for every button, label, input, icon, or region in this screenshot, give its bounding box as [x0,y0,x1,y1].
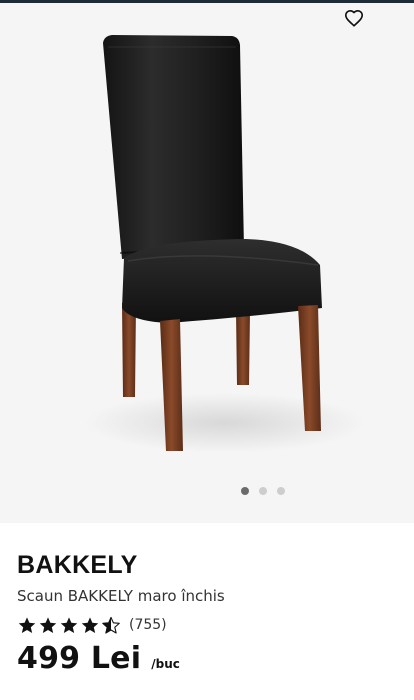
star-half-icon [102,616,120,634]
star-full-icon [60,616,78,633]
star-full-icon [39,616,57,633]
star-full-icon [81,616,99,633]
product-price: 499 Lei [17,641,142,676]
rating-row[interactable]: (755) [17,615,397,635]
product-description: Scaun BAKKELY maro închis [17,587,225,605]
price-unit: /buc [151,657,180,671]
product-image-gallery[interactable] [0,3,414,523]
star-rating [17,616,121,635]
carousel-dot-2[interactable] [259,487,267,495]
product-image-chair[interactable] [0,3,414,523]
product-name: BAKKELY [17,551,138,579]
star-full-icon [18,616,36,633]
carousel-dot-3[interactable] [277,487,285,495]
heart-outline-icon [345,9,363,27]
review-count[interactable]: (755) [129,617,167,633]
carousel-dot-1[interactable] [241,487,249,495]
wishlist-button[interactable] [340,5,368,31]
carousel-dots [0,487,414,497]
product-info: BAKKELY Scaun BAKKELY maro închis (755) … [17,549,397,676]
price-row: 499 Lei /buc [17,641,397,676]
